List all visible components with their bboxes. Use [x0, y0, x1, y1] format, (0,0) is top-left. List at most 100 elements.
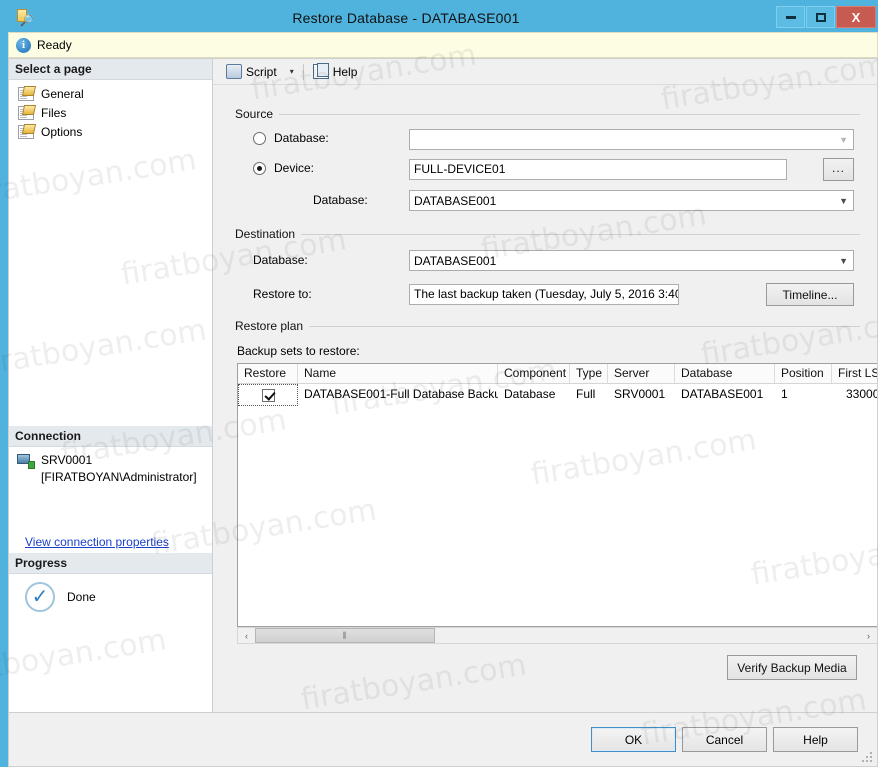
column-header-server[interactable]: Server: [608, 364, 675, 383]
scrollbar-thumb[interactable]: ⫼: [255, 628, 435, 643]
sidebar-item-label: General: [41, 86, 84, 101]
cell-database: DATABASE001: [681, 387, 764, 401]
connection-body: SRV0001 [FIRATBOYAN\Administrator] View …: [9, 447, 212, 555]
source-group-title: Source: [235, 107, 280, 121]
restore-database-window: 🔎 Restore Database - DATABASE001 X i Rea…: [0, 0, 878, 767]
script-icon: [226, 64, 242, 79]
column-header-position[interactable]: Position: [775, 364, 832, 383]
connection-server-name: SRV0001: [41, 453, 93, 467]
chevron-down-icon: ▾: [289, 67, 294, 76]
source-device-database-combo[interactable]: DATABASE001 ▼: [409, 190, 854, 211]
cell-name: DATABASE001-Full Database Backup: [304, 387, 498, 401]
page-icon: [18, 124, 34, 139]
source-device-database-row: Database:: [313, 193, 368, 207]
column-header-name[interactable]: Name: [298, 364, 498, 383]
destination-restore-to-input[interactable]: The last backup taken (Tuesday, July 5, …: [409, 284, 679, 305]
column-header-component[interactable]: Component: [498, 364, 570, 383]
help-button-label: Help: [332, 64, 358, 79]
destination-database-combo[interactable]: DATABASE001 ▼: [409, 250, 854, 271]
table-row[interactable]: DATABASE001-Full Database Backup Databas…: [238, 384, 877, 406]
script-button[interactable]: Script: [221, 61, 282, 83]
destination-database-label: Database:: [253, 253, 308, 267]
help-button-footer[interactable]: Help: [773, 727, 858, 752]
destination-group-title: Destination: [235, 227, 302, 241]
page-icon: [18, 86, 34, 101]
progress-status-text: Done: [67, 590, 96, 604]
column-header-restore[interactable]: Restore: [238, 364, 298, 383]
restore-checkbox[interactable]: [261, 388, 275, 402]
script-button-label: Script: [246, 64, 277, 79]
restore-database-icon: 🔎: [14, 8, 34, 28]
column-header-database[interactable]: Database: [675, 364, 775, 383]
scroll-right-arrow[interactable]: ›: [860, 628, 877, 643]
page-list: General Files Options: [9, 80, 212, 141]
destination-restore-to-row: Restore to:: [253, 287, 312, 301]
window-title: Restore Database - DATABASE001: [292, 10, 520, 26]
sidebar-item-general[interactable]: General: [15, 84, 212, 103]
dialog-body: Select a page General Files Options Conn…: [8, 58, 878, 713]
cell-first-lsn: 33000: [846, 387, 878, 401]
source-group: Source: [235, 107, 860, 121]
sidebar-item-label: Files: [41, 105, 67, 120]
dialog-footer: OK Cancel Help: [8, 713, 878, 767]
server-connection-icon: [17, 453, 35, 469]
table-horizontal-scrollbar[interactable]: ‹ ⫼ ›: [237, 627, 877, 644]
verify-backup-media-button[interactable]: Verify Backup Media: [727, 655, 857, 680]
window-controls: X: [775, 6, 876, 28]
scroll-left-arrow[interactable]: ‹: [238, 628, 255, 643]
cell-restore-checkbox[interactable]: [238, 384, 298, 406]
destination-database-row: Database:: [253, 253, 308, 267]
maximize-button[interactable]: [806, 6, 835, 28]
cell-server: SRV0001: [614, 387, 666, 401]
cell-component: Database: [504, 387, 556, 401]
close-button[interactable]: X: [836, 6, 876, 28]
source-database-combo[interactable]: ▼: [409, 129, 854, 150]
sidebar-item-options[interactable]: Options: [15, 122, 212, 141]
toolbar-separator: [302, 63, 304, 80]
source-device-database-label: Database:: [313, 193, 368, 207]
backup-sets-table[interactable]: Restore Name Component Type Server Datab…: [237, 363, 877, 627]
source-device-radio-row[interactable]: Device:: [253, 161, 314, 175]
connection-section: Connection SRV0001 [FIRATBOYAN\Administr…: [9, 426, 212, 555]
timeline-button[interactable]: Timeline...: [766, 283, 854, 306]
title-bar: 🔎 Restore Database - DATABASE001 X: [8, 4, 878, 32]
destination-database-value: DATABASE001: [414, 253, 497, 268]
dialog-toolbar: Script ▾ Help: [213, 59, 877, 85]
source-database-label: Database:: [274, 131, 329, 145]
scrollbar-track[interactable]: ⫼: [255, 628, 860, 643]
info-icon: i: [16, 37, 31, 53]
progress-body: ✓ Done: [9, 574, 212, 612]
source-device-browse-button[interactable]: ...: [823, 158, 854, 181]
cancel-button[interactable]: Cancel: [682, 727, 767, 752]
sidebar-item-files[interactable]: Files: [15, 103, 212, 122]
source-device-database-value: DATABASE001: [414, 193, 497, 208]
backup-sets-label: Backup sets to restore:: [237, 344, 360, 358]
check-circle-icon: ✓: [25, 582, 55, 612]
source-device-input[interactable]: FULL-DEVICE01: [409, 159, 787, 180]
source-database-radio-row[interactable]: Database:: [253, 131, 329, 145]
cell-position: 1: [781, 387, 788, 401]
source-database-radio[interactable]: [253, 131, 266, 145]
help-icon: [312, 63, 329, 79]
page-icon: [18, 105, 34, 120]
minimize-button[interactable]: [776, 6, 805, 28]
column-header-type[interactable]: Type: [570, 364, 608, 383]
connection-user-name: [FIRATBOYAN\Administrator]: [41, 470, 197, 484]
progress-header: Progress: [9, 553, 212, 574]
view-connection-properties-link[interactable]: View connection properties: [25, 535, 169, 549]
ok-button[interactable]: OK: [591, 727, 676, 752]
source-device-label: Device:: [274, 161, 315, 175]
resize-grip[interactable]: [862, 752, 874, 764]
restore-plan-group-title: Restore plan: [235, 319, 310, 333]
status-text: Ready: [37, 38, 72, 52]
source-device-radio[interactable]: [253, 161, 266, 175]
column-header-first-lsn[interactable]: First LS: [832, 364, 877, 383]
script-dropdown-button[interactable]: ▾: [282, 61, 299, 83]
status-banner: i Ready: [8, 32, 878, 58]
destination-restore-to-label: Restore to:: [253, 287, 312, 301]
right-pane: Script ▾ Help Source Database: ▼ Device:…: [213, 59, 877, 712]
progress-section: Progress ✓ Done: [9, 553, 212, 612]
chevron-down-icon: ▼: [839, 255, 848, 266]
select-a-page-header: Select a page: [9, 59, 212, 80]
help-button[interactable]: Help: [308, 61, 363, 83]
